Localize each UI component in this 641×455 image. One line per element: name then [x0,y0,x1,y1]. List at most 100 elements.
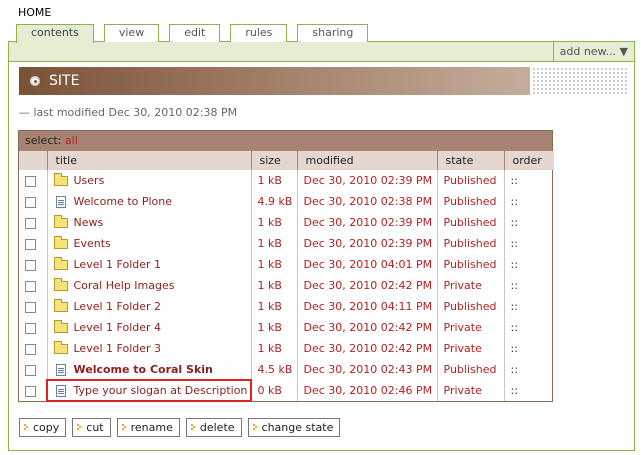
document-icon [55,196,66,208]
add-new-menu[interactable]: add new... ▼ [552,42,634,61]
tab-contents[interactable]: contents [16,24,94,43]
change-state-button[interactable]: change state [247,418,341,437]
tab-edit[interactable]: edit [169,24,221,42]
action-buttons: copy cut rename delete change state [19,418,341,437]
row-title-cell: News [46,212,251,233]
row-checkbox[interactable] [25,343,36,355]
table-row: Level 1 Folder 2 1 kB Dec 30, 2010 04:11 P… [19,296,554,317]
row-checkbox[interactable] [25,217,36,229]
item-order-handle[interactable]: :: [503,233,554,254]
table-row: Level 1 Folder 4 1 kB Dec 30, 2010 02:42 P… [19,317,554,338]
row-checkbox[interactable] [25,259,36,271]
select-label: select: [25,134,62,147]
item-size: 1 kB [250,212,297,233]
item-title-link[interactable]: Level 1 Folder 1 [74,258,162,271]
item-modified: Dec 30, 2010 04:01 PM [296,254,437,275]
item-order-handle[interactable]: :: [503,254,554,275]
cut-button-label: cut [86,421,104,434]
item-title-link[interactable]: Events [74,237,111,250]
row-checkbox[interactable] [25,175,36,187]
item-size: 4.9 kB [250,191,297,212]
item-state: Published [436,296,504,317]
row-checkbox[interactable] [25,385,36,397]
table-row: Users 1 kB Dec 30, 2010 02:39 PM Published:… [19,170,554,191]
item-title-link[interactable]: Type your slogan at Description [74,384,248,397]
item-order-handle[interactable]: :: [503,317,554,338]
arrow-icon [121,423,127,433]
item-size: 4.5 kB [250,359,297,380]
row-checkbox-cell [19,212,47,233]
column-header-order[interactable]: order [503,151,554,170]
row-checkbox[interactable] [25,364,36,376]
tab-view[interactable]: view [103,24,160,42]
item-size: 1 kB [250,275,297,296]
item-order-handle[interactable]: :: [503,191,554,212]
item-order-handle[interactable]: :: [503,338,554,359]
tab-sharing[interactable]: sharing [297,24,369,42]
row-title-cell: Welcome to Coral Skin [46,359,251,380]
row-checkbox[interactable] [25,322,36,334]
row-title-cell: Level 1 Folder 4 [46,317,251,338]
item-order-handle[interactable]: :: [503,212,554,233]
folder-icon [53,320,68,333]
column-header-modified[interactable]: modified [296,151,437,170]
item-title-link[interactable]: Level 1 Folder 4 [74,321,162,334]
column-header-size[interactable]: size [250,151,297,170]
cut-button[interactable]: cut [72,418,111,437]
select-all-link[interactable]: all [65,134,78,147]
content-menubar: add new... ▼ [9,42,634,62]
row-checkbox-cell [19,296,47,317]
item-title-link[interactable]: Welcome to Coral Skin [74,363,213,376]
tab-rules[interactable]: rules [230,24,288,42]
row-checkbox-cell [19,254,47,275]
item-order-handle[interactable]: :: [503,359,554,380]
item-title-link[interactable]: Level 1 Folder 3 [74,342,162,355]
item-state: Published [436,191,504,212]
item-modified: Dec 30, 2010 04:11 PM [296,296,437,317]
copy-button[interactable]: copy [19,418,67,437]
row-checkbox[interactable] [25,238,36,250]
item-size: 1 kB [250,170,297,191]
row-checkbox-cell [19,191,47,212]
item-order-handle[interactable]: :: [503,296,554,317]
item-order-handle[interactable]: :: [503,275,554,296]
contents-table: select: all title size modified state or… [18,130,554,402]
arrow-icon [252,423,258,433]
breadcrumb[interactable]: HOME [18,6,51,19]
copy-button-label: copy [33,421,60,434]
content-frame: add new... ▼ SITE — last modified Dec 30… [8,41,635,451]
decorative-dots [532,67,628,95]
row-title-cell: Level 1 Folder 2 [46,296,251,317]
folder-icon [53,278,68,291]
select-row: select: all [19,131,552,151]
column-header-state[interactable]: state [436,151,504,170]
arrow-icon [190,423,196,433]
row-title-cell: Type your slogan at Description [46,379,252,402]
item-modified: Dec 30, 2010 02:42 PM [296,317,437,338]
item-title-link[interactable]: Coral Help Images [74,279,175,292]
folder-icon [53,215,68,228]
item-modified: Dec 30, 2010 02:39 PM [296,170,437,191]
delete-button[interactable]: delete [185,418,242,437]
folder-icon [53,173,68,186]
table-row: News 1 kB Dec 30, 2010 02:39 PM Published:: [19,212,554,233]
item-title-link[interactable]: Welcome to Plone [74,195,173,208]
item-order-handle[interactable]: :: [503,380,554,401]
item-modified: Dec 30, 2010 02:42 PM [296,275,437,296]
row-title-cell: Events [46,233,251,254]
row-checkbox[interactable] [25,196,36,208]
row-checkbox[interactable] [25,301,36,313]
row-checkbox-cell [19,317,47,338]
item-title-link[interactable]: Level 1 Folder 2 [74,300,162,313]
item-title-link[interactable]: News [74,216,104,229]
rename-button[interactable]: rename [116,418,180,437]
row-checkbox[interactable] [25,280,36,292]
item-size: 1 kB [250,296,297,317]
change-state-button-label: change state [261,421,334,434]
item-title-link[interactable]: Users [74,174,105,187]
item-state: Private [436,380,504,401]
row-checkbox-cell [19,275,47,296]
column-header-title[interactable]: title [46,151,251,170]
item-order-handle[interactable]: :: [503,170,554,191]
table-row: Coral Help Images 1 kB Dec 30, 2010 02:42 … [19,275,554,296]
